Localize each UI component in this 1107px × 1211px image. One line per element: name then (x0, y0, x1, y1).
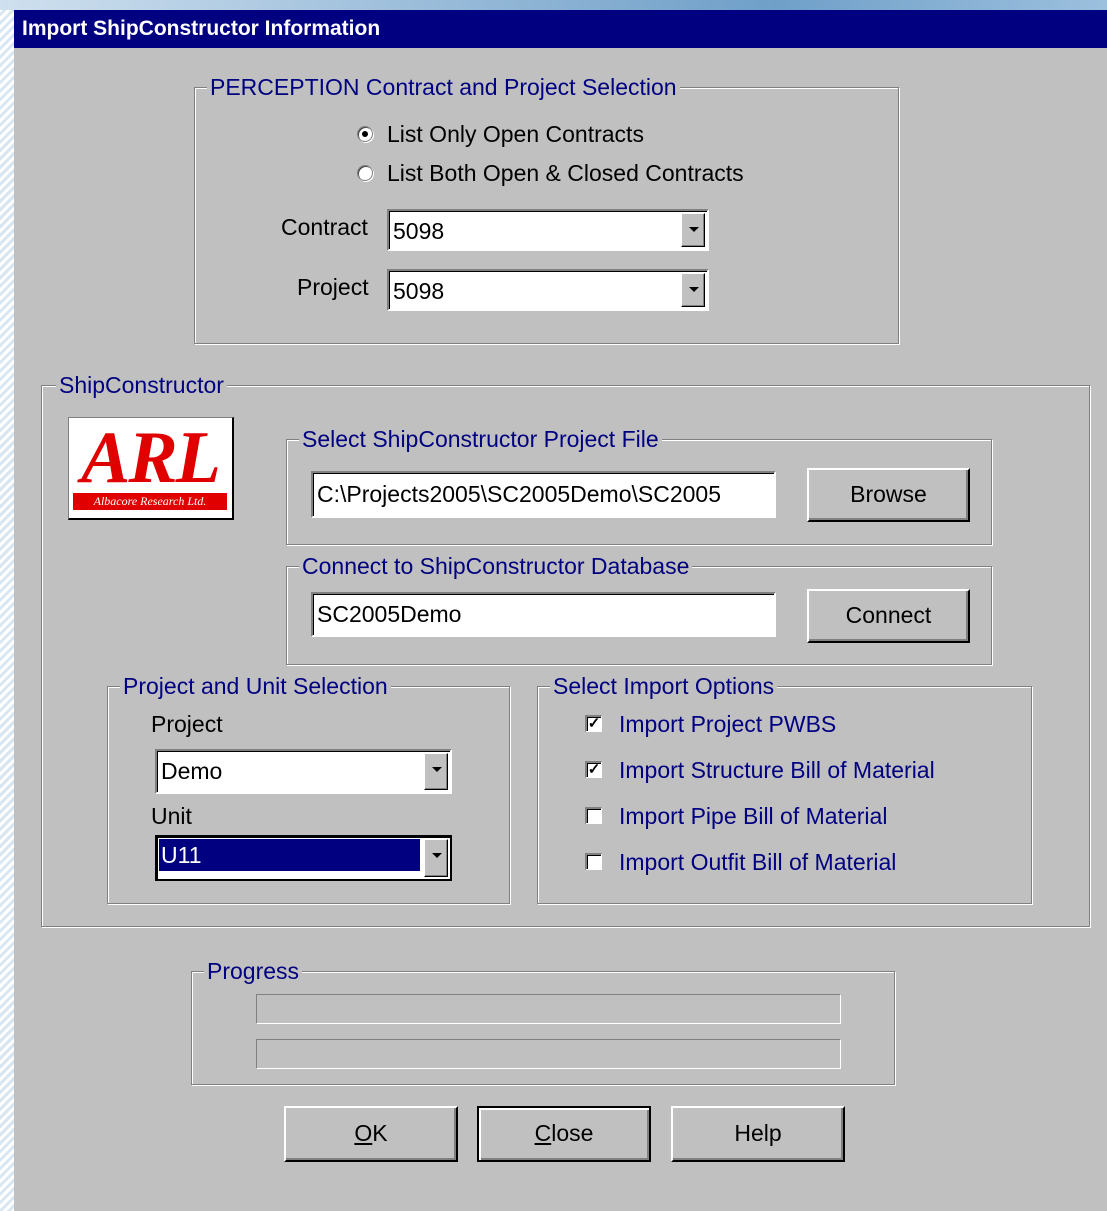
desktop-background (0, 0, 14, 1211)
import-pwbs-checkbox[interactable]: ✓ (585, 715, 602, 732)
close-button[interactable]: Close (477, 1106, 651, 1162)
contract-combo-value: 5098 (393, 218, 445, 244)
project-file-input-value: C:\Projects2005\SC2005Demo\SC2005 (317, 481, 722, 507)
window-title-bar[interactable]: Import ShipConstructor Information (14, 10, 1107, 48)
help-button[interactable]: Help (671, 1106, 845, 1162)
arl-logo: ARL Albacore Research Ltd. (68, 417, 234, 520)
dialog-body: PERCEPTION Contract and Project Selectio… (14, 48, 1107, 1211)
sc-project-combo[interactable]: Demo (155, 749, 452, 794)
project-file-input[interactable]: C:\Projects2005\SC2005Demo\SC2005 (311, 471, 776, 518)
perception-project-combo[interactable]: 5098 (387, 269, 709, 311)
project-label: Project (297, 274, 369, 300)
import-pipe-bom-checkbox[interactable] (585, 807, 602, 824)
perception-project-combo-value: 5098 (393, 278, 445, 304)
arl-logo-mark: ARL (81, 417, 221, 499)
desktop-background-top (0, 0, 1107, 10)
unit-combo[interactable]: U11 (155, 835, 452, 881)
perception-project-dropdown-arrow-icon[interactable] (681, 273, 705, 307)
window-title: Import ShipConstructor Information (22, 17, 381, 40)
import-pwbs-label[interactable]: Import Project PWBS (619, 709, 836, 739)
sc-project-dropdown-arrow-icon[interactable] (424, 753, 448, 790)
database-input[interactable]: SC2005Demo (311, 592, 776, 637)
unit-selection-group-legend: Project and Unit Selection (120, 670, 391, 702)
import-structure-bom-label[interactable]: Import Structure Bill of Material (619, 755, 935, 785)
database-input-value: SC2005Demo (317, 601, 462, 627)
browse-button-label: Browse (850, 481, 927, 507)
contract-dropdown-arrow-icon[interactable] (681, 213, 705, 247)
import-outfit-bom-label[interactable]: Import Outfit Bill of Material (619, 847, 896, 877)
ok-button[interactable]: OK (284, 1106, 458, 1162)
contract-combo[interactable]: 5098 (387, 209, 709, 251)
sc-project-combo-value: Demo (161, 758, 223, 784)
radio-open-contracts-label[interactable]: List Only Open Contracts (387, 119, 644, 149)
unit-dropdown-arrow-icon[interactable] (424, 839, 448, 877)
radio-all-contracts-label[interactable]: List Both Open & Closed Contracts (387, 158, 744, 188)
progress-bar-2 (256, 1039, 841, 1069)
connect-button[interactable]: Connect (807, 589, 970, 643)
import-structure-bom-checkbox[interactable]: ✓ (585, 761, 602, 778)
checkmark-icon: ✓ (587, 715, 601, 732)
help-button-label: Help (734, 1120, 782, 1146)
checkmark-icon: ✓ (587, 761, 601, 778)
project-file-group-legend: Select ShipConstructor Project File (299, 423, 662, 455)
unit-combo-value: U11 (159, 839, 420, 871)
contract-label: Contract (281, 214, 368, 240)
import-outfit-bom-checkbox[interactable] (585, 853, 602, 870)
ok-button-label: OK (354, 1120, 388, 1146)
progress-group-legend: Progress (204, 955, 303, 987)
radio-all-contracts[interactable] (357, 165, 373, 181)
radio-open-contracts[interactable] (357, 126, 373, 142)
unit-label: Unit (151, 803, 192, 829)
shipconstructor-group-legend: ShipConstructor (56, 369, 227, 401)
import-pipe-bom-label[interactable]: Import Pipe Bill of Material (619, 801, 887, 831)
progress-bar-1 (256, 994, 841, 1024)
database-group-legend: Connect to ShipConstructor Database (299, 550, 693, 582)
perception-group-legend: PERCEPTION Contract and Project Selectio… (207, 71, 680, 103)
arl-logo-caption: Albacore Research Ltd. (73, 493, 227, 510)
connect-button-label: Connect (845, 602, 932, 628)
browse-button[interactable]: Browse (807, 468, 970, 522)
close-button-label: Close (534, 1120, 594, 1146)
import-options-group-legend: Select Import Options (550, 670, 778, 702)
sc-project-label: Project (151, 711, 223, 737)
